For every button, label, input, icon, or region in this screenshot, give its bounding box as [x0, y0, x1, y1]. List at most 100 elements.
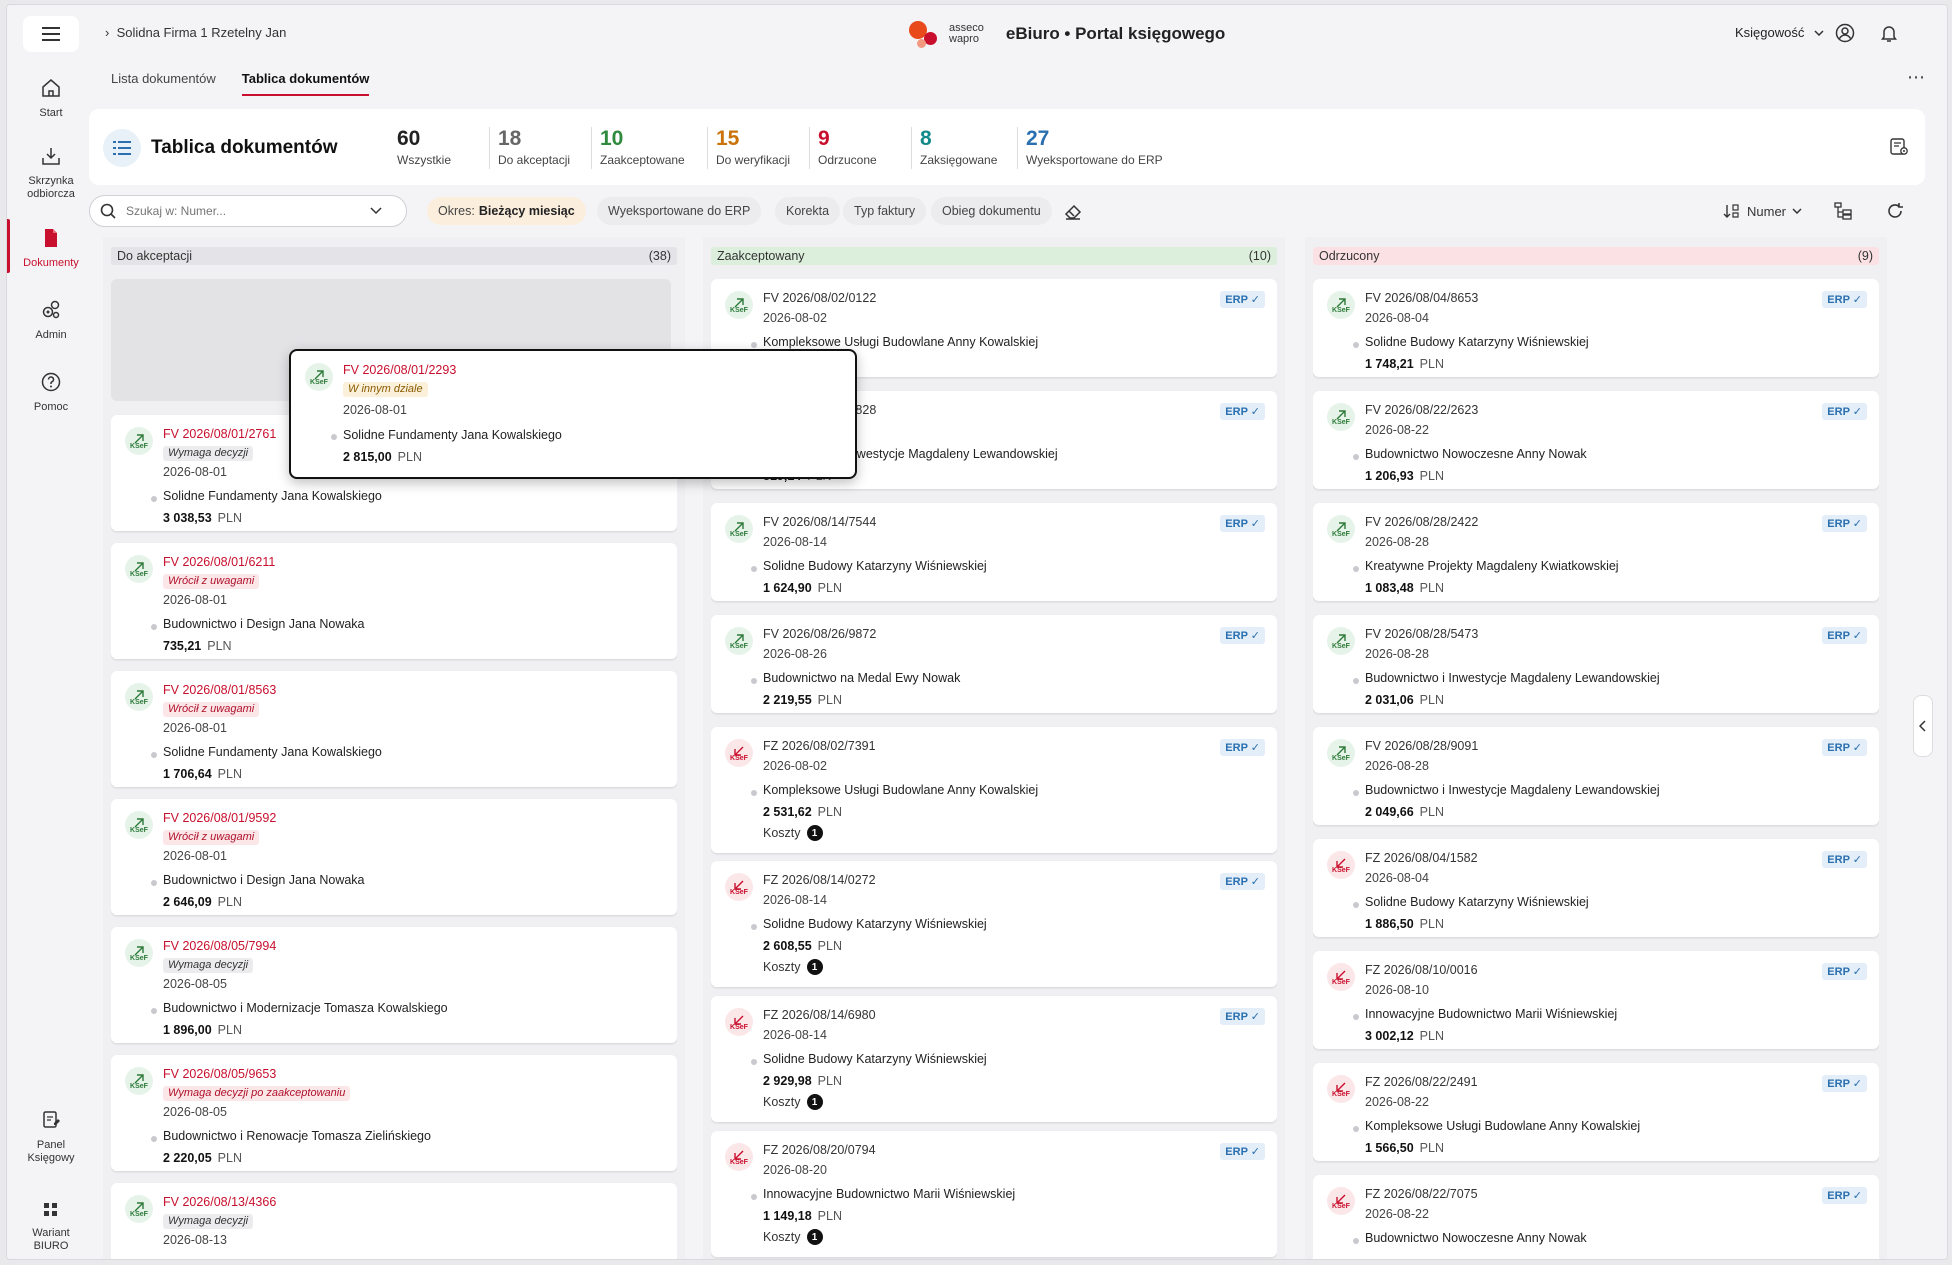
tab-lista-dokumentow[interactable]: Lista dokumentów	[111, 71, 216, 96]
stat-count: 9	[818, 127, 830, 150]
board-icon	[103, 129, 141, 167]
stat-2[interactable]: 10 Zaakceptowane	[591, 127, 685, 169]
nav-item-grid[interactable]: Wariant BIURO	[7, 1201, 95, 1253]
refresh-icon[interactable]	[1885, 201, 1905, 226]
more-options-icon[interactable]: ⋯	[1907, 67, 1925, 88]
amount-value: 1 566,50	[1365, 1141, 1414, 1155]
document-number: FV 2026/08/14/7544	[763, 515, 877, 529]
sort-icon	[1723, 204, 1739, 218]
document-card[interactable]: KSeF FZ 2026/08/14/0272 2026-08-14 Solidne …	[711, 861, 1277, 987]
cost-label: Koszty	[763, 1095, 801, 1109]
hamburger-icon	[42, 27, 60, 41]
contractor-name: Budownictwo i Design Jana Nowaka	[163, 617, 365, 631]
nav-item-panel[interactable]: Panel Księgowy	[7, 1109, 95, 1165]
sort-select[interactable]: Numer	[1723, 203, 1802, 219]
ksef-label: KSeF	[130, 570, 148, 578]
nav-item-document[interactable]: Dokumenty	[7, 219, 95, 273]
stat-3[interactable]: 15 Do weryfikacji	[707, 127, 790, 169]
stat-1[interactable]: 18 Do akceptacji	[489, 127, 570, 169]
amount: 1 706,64 PLN	[163, 767, 242, 781]
document-card[interactable]: KSeF FZ 2026/08/02/7391 2026-08-02 Kompleks…	[711, 727, 1277, 853]
amount: 3 038,53 PLN	[163, 511, 242, 525]
amount: 1 896,00 PLN	[163, 1023, 242, 1037]
currency: PLN	[817, 1209, 842, 1223]
breadcrumb-label: Solidna Firma 1 Rzetelny Jan	[116, 25, 287, 40]
amount-value: 3 002,12	[1365, 1029, 1414, 1043]
bell-icon[interactable]	[1879, 23, 1899, 48]
ksef-incoming-icon: KSeF	[725, 291, 753, 319]
document-card[interactable]: KSeF FZ 2026/08/14/6980 2026-08-14 Solidne …	[711, 996, 1277, 1122]
document-number: FV 2026/08/01/6211	[163, 555, 276, 569]
user-icon[interactable]	[1835, 23, 1855, 48]
stat-label: Zaakceptowane	[600, 153, 685, 167]
stat-6[interactable]: 27 Wyeksportowane do ERP	[1017, 127, 1163, 169]
document-card[interactable]: KSeF FZ 2026/08/22/2491 2026-08-22 Kompleks…	[1313, 1063, 1879, 1161]
document-card[interactable]: KSeF FV 2026/08/22/2623 2026-08-22 Budownic…	[1313, 391, 1879, 489]
document-card[interactable]: KSeF FV 2026/08/28/2422 2026-08-28 Kreatywn…	[1313, 503, 1879, 601]
stat-count: 60	[397, 127, 421, 150]
document-number: FZ 2026/08/22/2491	[1365, 1075, 1478, 1089]
stat-0[interactable]: 60 Wszystkie	[389, 127, 451, 169]
document-card[interactable]: KSeF FV 2026/08/01/6211 Wrócił z uwagami 20…	[111, 543, 677, 659]
amount: 3 002,12 PLN	[1365, 1029, 1444, 1043]
document-card[interactable]: KSeF FV 2026/08/14/7544 2026-08-14 Solidne …	[711, 503, 1277, 601]
cost-count: 1	[806, 1229, 823, 1245]
document-card[interactable]: KSeF FV 2026/08/05/9653 Wymaga decyzji po …	[111, 1055, 677, 1171]
erp-label: ERP	[1225, 630, 1248, 642]
stat-count: 27	[1026, 127, 1050, 150]
eraser-icon[interactable]	[1063, 201, 1083, 226]
role-select[interactable]: Księgowość	[1735, 25, 1824, 40]
chip-obieg-dokumentu[interactable]: Obieg dokumentu	[931, 197, 1052, 225]
column-header: Do akceptacji (38)	[111, 247, 677, 265]
erp-label: ERP	[1225, 518, 1248, 530]
cost-count: 1	[806, 825, 823, 841]
nav-item-help[interactable]: Pomoc	[7, 371, 95, 414]
document-card[interactable]: KSeF FZ 2026/08/20/0794 2026-08-20 Innowacy…	[711, 1131, 1277, 1257]
stat-count: 18	[498, 127, 522, 150]
document-card[interactable]: KSeF FV 2026/08/04/8653 2026-08-04 Solidne …	[1313, 279, 1879, 377]
erp-badge: ERP ✓	[1220, 291, 1265, 308]
document-card[interactable]: KSeF FZ 2026/08/04/1582 2026-08-04 Solidne …	[1313, 839, 1879, 937]
search-input[interactable]	[126, 204, 366, 218]
document-card[interactable]: KSeF FZ 2026/08/22/7075 2026-08-22 Budownic…	[1313, 1175, 1879, 1259]
currency: PLN	[1419, 693, 1444, 707]
settings-document-icon[interactable]	[1889, 137, 1909, 162]
nav-item-inbox[interactable]: Skrzynka odbiorcza	[7, 145, 95, 201]
document-card[interactable]: KSeF FZ 2026/08/10/0016 2026-08-10 Innowacy…	[1313, 951, 1879, 1049]
document-card[interactable]: KSeF FV 2026/08/26/9872 2026-08-26 Budownic…	[711, 615, 1277, 713]
dragged-card[interactable]: KSeF FV 2026/08/01/2293 W innym dziale 2…	[289, 349, 857, 479]
contractor-dot	[751, 924, 757, 930]
ksef-outgoing-icon: KSeF	[725, 1008, 753, 1036]
chip-wyeksportowane[interactable]: Wyeksportowane do ERP	[597, 197, 762, 225]
document-card[interactable]: KSeF FV 2026/08/28/9091 2026-08-28 Budownic…	[1313, 727, 1879, 825]
ksef-outgoing-icon: KSeF	[725, 1143, 753, 1171]
tab-tablica-dokumentow[interactable]: Tablica dokumentów	[241, 71, 370, 96]
group-icon[interactable]	[1833, 201, 1853, 226]
document-card[interactable]: KSeF FV 2026/08/01/9592 Wrócił z uwagami 20…	[111, 799, 677, 915]
app-window: Start Skrzynka odbiorcza Dokumenty Admin Pom…	[6, 4, 1948, 1260]
nav-item-home[interactable]: Start	[7, 77, 95, 120]
stat-4[interactable]: 9 Odrzucone	[809, 127, 877, 169]
erp-label: ERP	[1827, 742, 1850, 754]
document-card[interactable]: KSeF FV 2026/08/01/8563 Wrócił z uwagami 20…	[111, 671, 677, 787]
contractor-name: Budownictwo i Inwestycje Magdaleny Lewan…	[1365, 783, 1660, 797]
amount: 1 624,90 PLN	[763, 581, 842, 595]
search-box[interactable]	[89, 195, 407, 227]
document-card[interactable]: KSeF FV 2026/08/13/4366 Wymaga decyzji 2026…	[111, 1183, 677, 1259]
document-date: 2026-08-28	[1365, 759, 1429, 773]
chip-korekta[interactable]: Korekta	[775, 197, 841, 225]
document-card[interactable]: KSeF FV 2026/08/28/5473 2026-08-28 Budownic…	[1313, 615, 1879, 713]
nav-item-admin-gears[interactable]: Admin	[7, 299, 95, 342]
breadcrumb[interactable]: › Solidna Firma 1 Rzetelny Jan	[105, 25, 286, 40]
chip-typ-faktury[interactable]: Typ faktury	[843, 197, 927, 225]
collapse-panel-button[interactable]	[1913, 695, 1933, 757]
stat-5[interactable]: 8 Zaksięgowane	[911, 127, 997, 169]
menu-button[interactable]	[23, 16, 79, 52]
document-number: FV 2026/08/28/2422	[1365, 515, 1479, 529]
inbox-icon	[40, 145, 62, 175]
cost-count: 1	[806, 959, 823, 975]
document-card[interactable]: KSeF FV 2026/08/05/7994 Wymaga decyzji 2026…	[111, 927, 677, 1043]
amount: 2 608,55 PLN	[763, 939, 842, 953]
contractor-dot	[1353, 902, 1359, 908]
chip-okres[interactable]: Okres: Bieżący miesiąc	[427, 197, 586, 225]
